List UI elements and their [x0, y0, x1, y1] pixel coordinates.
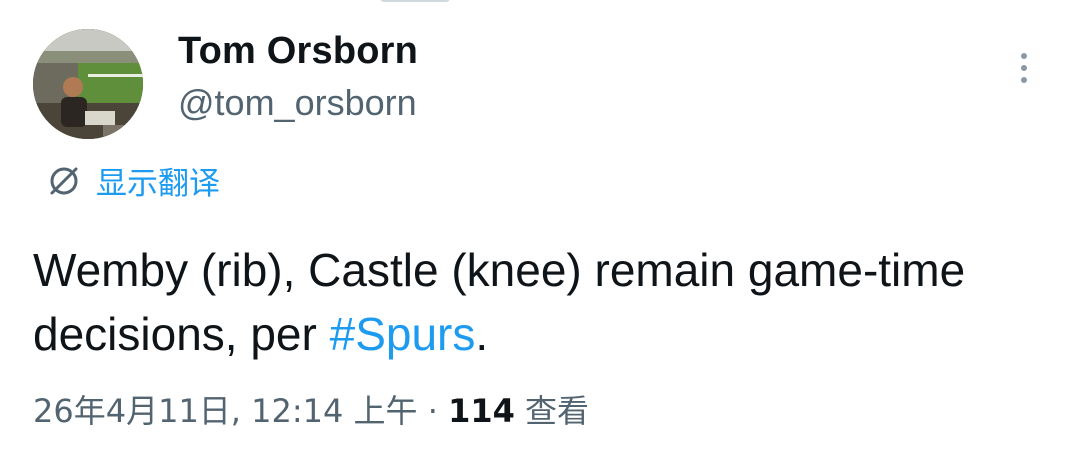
views-label: 查看	[525, 392, 590, 430]
display-name[interactable]: Tom Orsborn	[178, 30, 418, 73]
tweet-timestamp[interactable]: 26年4月11日, 12:14 上午	[33, 392, 418, 430]
tweet-text-end: .	[475, 308, 489, 360]
user-handle[interactable]: @tom_orsborn	[178, 82, 417, 124]
tweet-text: Wemby (rib), Castle (knee) remain game-t…	[33, 238, 1043, 366]
hashtag-link[interactable]: #Spurs	[330, 308, 476, 360]
top-edge-fragment	[380, 0, 450, 2]
globe-icon	[50, 167, 78, 194]
profile-photo	[33, 29, 143, 139]
more-vertical-icon	[1021, 53, 1027, 59]
more-vertical-icon-dot	[1021, 77, 1027, 83]
views-count: 114	[448, 392, 515, 430]
more-options-button[interactable]	[1008, 48, 1040, 88]
show-translation-button[interactable]: 显示翻译	[46, 158, 220, 203]
tweet-meta: 26年4月11日, 12:14 上午 · 114 查看	[33, 386, 589, 432]
show-translation-label: 显示翻译	[96, 166, 220, 202]
meta-separator: ·	[427, 392, 438, 430]
more-vertical-icon-dot	[1021, 65, 1027, 71]
tweet-card: Tom Orsborn @tom_orsborn 显示翻译 Wemby (rib…	[0, 0, 1080, 458]
tweet-text-body: Wemby (rib), Castle (knee) remain game-t…	[33, 244, 966, 360]
avatar[interactable]	[33, 29, 143, 139]
